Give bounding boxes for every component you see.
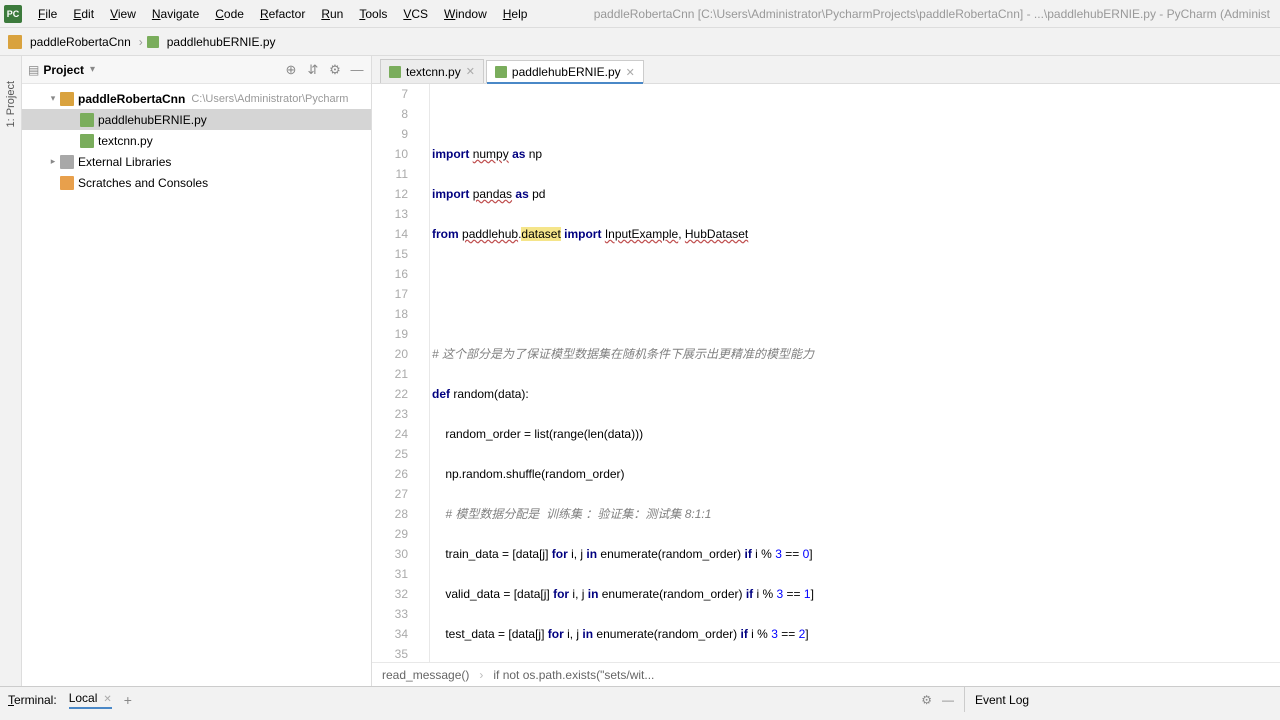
tree-external-libs[interactable]: ▸ External Libraries — [22, 151, 371, 172]
tree-file-ernie[interactable]: paddlehubERNIE.py — [22, 109, 371, 130]
tab-label: paddlehubERNIE.py — [512, 65, 621, 79]
menu-window[interactable]: Window — [436, 3, 495, 25]
tree-file-textcnn[interactable]: textcnn.py — [22, 130, 371, 151]
tree-expand-icon[interactable]: ▸ — [46, 156, 60, 167]
menu-run[interactable]: Run — [313, 3, 351, 25]
gear-icon[interactable]: ⚙ — [327, 62, 343, 78]
status-icons: ⚙ — — [921, 687, 964, 712]
menu-navigate[interactable]: Navigate — [144, 3, 207, 25]
code-lines[interactable]: import numpy as np import pandas as pd f… — [430, 84, 1280, 662]
python-file-icon — [147, 36, 159, 48]
editor-area: textcnn.py ✕ paddlehubERNIE.py ✕ 7891011… — [372, 56, 1280, 686]
menu-view[interactable]: View — [102, 3, 144, 25]
collapse-icon[interactable]: ⇵ — [305, 62, 321, 78]
tree-root-path: C:\Users\Administrator\Pycharm — [191, 93, 348, 105]
tab-textcnn[interactable]: textcnn.py ✕ — [380, 59, 484, 83]
fold-gutter[interactable] — [418, 84, 430, 662]
tree-scratch-label: Scratches and Consoles — [78, 176, 208, 190]
breadcrumb: paddleRobertaCnn › paddlehubERNIE.py — [0, 28, 1280, 56]
project-panel-header: ▤ Project ▾ ⊕ ⇵ ⚙ — — [22, 56, 371, 84]
window-title: paddleRobertaCnn [C:\Users\Administrator… — [594, 7, 1280, 21]
tree-root-label: paddleRobertaCnn — [78, 92, 185, 106]
folder-icon — [8, 35, 22, 49]
tree-ext-lib-label: External Libraries — [78, 155, 171, 169]
library-icon — [60, 155, 74, 169]
event-log-label: Event Log — [975, 693, 1029, 707]
python-file-icon — [80, 113, 94, 127]
status-bar: Terminal: Local✕ + ⚙ — Event Log — [0, 686, 1280, 712]
nav-function[interactable]: read_message() — [382, 668, 469, 682]
tab-ernie[interactable]: paddlehubERNIE.py ✕ — [486, 60, 644, 84]
breadcrumb-file[interactable]: paddlehubERNIE.py — [163, 35, 280, 49]
scratch-icon — [60, 176, 74, 190]
menu-help[interactable]: Help — [495, 3, 536, 25]
terminal-local-tab[interactable]: Local✕ — [69, 691, 112, 709]
line-gutter: 7891011121314151617181920212223242526272… — [372, 84, 418, 662]
gear-icon[interactable]: ⚙ — [921, 693, 932, 707]
project-scope-icon: ▤ — [28, 63, 39, 77]
terminal-tabs: Terminal: Local✕ + — [0, 687, 921, 712]
menu-refactor[interactable]: Refactor — [252, 3, 313, 25]
plus-icon[interactable]: + — [124, 692, 132, 708]
close-icon[interactable]: ✕ — [626, 66, 635, 79]
app-icon: PC — [4, 5, 22, 23]
project-panel: ▤ Project ▾ ⊕ ⇵ ⚙ — ▾ paddleRobertaCnn C… — [22, 56, 372, 686]
tree-scratches[interactable]: Scratches and Consoles — [22, 172, 371, 193]
close-icon[interactable]: ✕ — [466, 65, 475, 78]
close-icon[interactable]: ✕ — [103, 694, 111, 705]
tree-file-label: textcnn.py — [98, 134, 153, 148]
menu-file[interactable]: File — [30, 3, 65, 25]
python-file-icon — [495, 66, 507, 78]
project-tree: ▾ paddleRobertaCnn C:\Users\Administrato… — [22, 84, 371, 686]
menu-tools[interactable]: Tools — [351, 3, 395, 25]
bottom-breadcrumb: read_message() › if not os.path.exists("… — [372, 662, 1280, 686]
folder-icon — [60, 92, 74, 106]
chevron-right-icon: › — [479, 668, 483, 682]
menu-vcs[interactable]: VCS — [395, 3, 436, 25]
event-log-button[interactable]: Event Log — [964, 687, 1280, 712]
python-file-icon — [80, 134, 94, 148]
tree-file-label: paddlehubERNIE.py — [98, 113, 207, 127]
menu-edit[interactable]: Edit — [65, 3, 102, 25]
chevron-right-icon: › — [139, 35, 143, 49]
minimize-icon[interactable]: — — [942, 693, 954, 707]
tree-collapse-icon[interactable]: ▾ — [46, 93, 60, 104]
tree-root[interactable]: ▾ paddleRobertaCnn C:\Users\Administrato… — [22, 88, 371, 109]
tool-project-tab[interactable]: 1: Project — [4, 76, 18, 132]
menu-code[interactable]: Code — [207, 3, 252, 25]
tab-label: textcnn.py — [406, 65, 461, 79]
editor-tabs: textcnn.py ✕ paddlehubERNIE.py ✕ — [372, 56, 1280, 84]
menubar: PC FileEditViewNavigateCodeRefactorRunTo… — [0, 0, 1280, 28]
project-panel-title[interactable]: Project — [43, 63, 84, 77]
nav-statement[interactable]: if not os.path.exists("sets/wit... — [493, 668, 654, 682]
code-editor[interactable]: 7891011121314151617181920212223242526272… — [372, 84, 1280, 662]
terminal-label[interactable]: Terminal: — [8, 693, 57, 707]
chevron-down-icon[interactable]: ▾ — [90, 64, 95, 75]
left-toolwindow-rail: 1: Project — [0, 56, 22, 686]
hide-icon[interactable]: — — [349, 62, 365, 78]
locate-icon[interactable]: ⊕ — [283, 62, 299, 78]
python-file-icon — [389, 66, 401, 78]
breadcrumb-root[interactable]: paddleRobertaCnn — [26, 35, 135, 49]
